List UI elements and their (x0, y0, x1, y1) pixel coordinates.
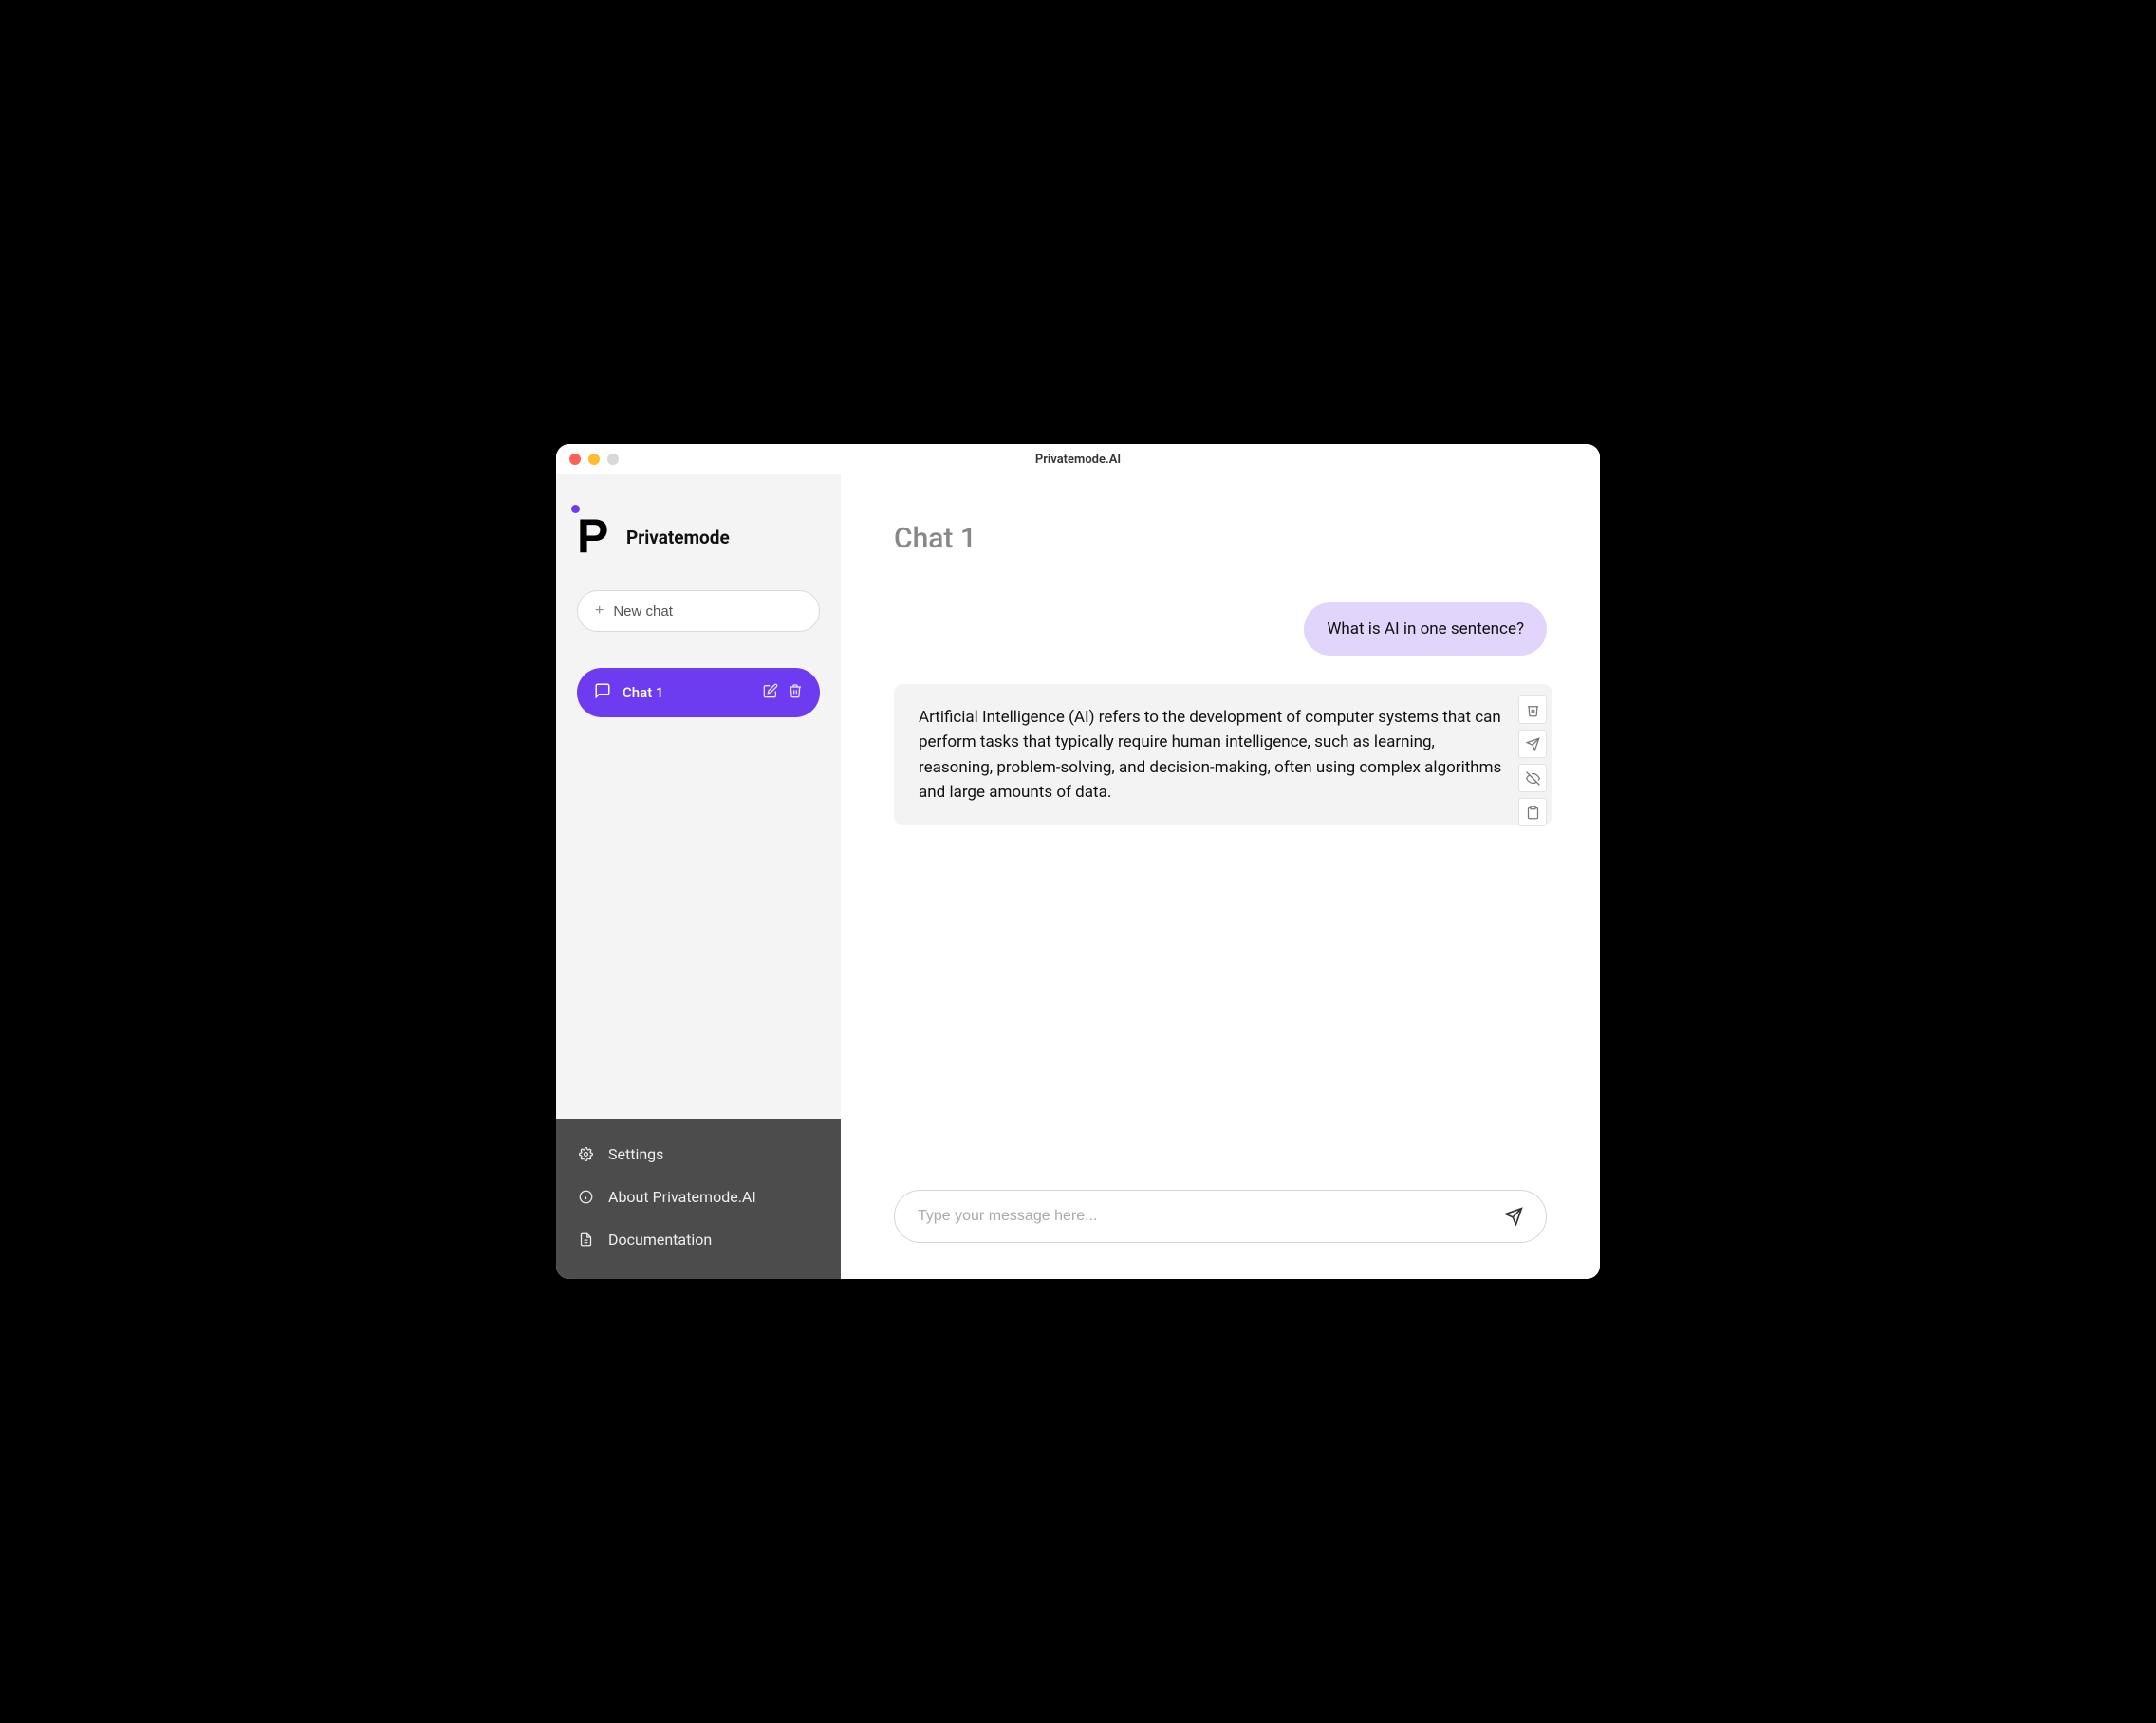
brand-logo: P Privatemode (577, 512, 820, 562)
sidebar-chat-label: Chat 1 (623, 684, 752, 701)
delete-chat-button[interactable] (788, 683, 803, 702)
message-actions (1518, 695, 1547, 826)
logo-dot-icon (571, 505, 580, 513)
sidebar-chat-item[interactable]: Chat 1 (577, 668, 820, 717)
maximize-window-button[interactable] (607, 454, 619, 465)
send-button[interactable] (1498, 1201, 1529, 1232)
minimize-window-button[interactable] (588, 454, 600, 465)
about-link[interactable]: About Privatemode.AI (577, 1178, 820, 1215)
composer-box (894, 1190, 1547, 1243)
content: P Privatemode + New chat Chat 1 (556, 474, 1600, 1279)
brand-name: Privatemode (626, 527, 730, 548)
messages: What is AI in one sentence? Artificial I… (841, 565, 1600, 1171)
window-title: Privatemode.AI (556, 453, 1600, 467)
edit-chat-button[interactable] (763, 683, 778, 702)
assistant-bubble-wrap: Artificial Intelligence (AI) refers to t… (894, 684, 1547, 826)
documentation-link[interactable]: Documentation (577, 1221, 820, 1258)
chat-bubble-icon (594, 682, 611, 703)
trash-icon (1526, 703, 1540, 717)
sidebar-footer: Settings About Privatemode.AI Documentat… (556, 1119, 841, 1279)
message-row-user: What is AI in one sentence? (894, 602, 1547, 656)
new-chat-button[interactable]: + New chat (577, 590, 820, 632)
logo-letter-icon: P (577, 509, 608, 563)
eye-off-icon (1526, 771, 1540, 786)
clipboard-icon (1526, 806, 1540, 820)
message-input[interactable] (918, 1200, 1485, 1232)
chat-list: Chat 1 (577, 668, 820, 717)
chat-item-actions (763, 683, 803, 702)
hide-message-button[interactable] (1518, 764, 1547, 792)
composer (841, 1171, 1600, 1279)
window-controls (569, 454, 619, 465)
paper-plane-icon (1526, 737, 1540, 751)
pencil-icon (763, 683, 778, 698)
sidebar: P Privatemode + New chat Chat 1 (556, 474, 841, 1279)
settings-link[interactable]: Settings (577, 1136, 820, 1173)
trash-icon (788, 683, 803, 698)
new-chat-label: New chat (613, 603, 673, 620)
delete-message-button[interactable] (1518, 695, 1547, 724)
info-icon (579, 1190, 593, 1204)
assistant-message-bubble: Artificial Intelligence (AI) refers to t… (894, 684, 1552, 825)
copy-message-button[interactable] (1518, 798, 1547, 826)
docs-label: Documentation (608, 1231, 712, 1249)
message-row-assistant: Artificial Intelligence (AI) refers to t… (894, 684, 1547, 826)
logo-mark: P (577, 512, 619, 562)
send-icon (1504, 1207, 1523, 1226)
main-panel: Chat 1 What is AI in one sentence? Artif… (841, 474, 1600, 1279)
chat-title: Chat 1 (894, 522, 1547, 555)
sidebar-upper: P Privatemode + New chat Chat 1 (556, 474, 841, 1119)
chat-header: Chat 1 (841, 474, 1600, 565)
titlebar: Privatemode.AI (556, 444, 1600, 474)
close-window-button[interactable] (569, 454, 581, 465)
settings-label: Settings (608, 1145, 663, 1163)
resend-message-button[interactable] (1518, 730, 1547, 758)
gear-icon (579, 1147, 593, 1161)
plus-icon: + (595, 602, 604, 620)
app-window: Privatemode.AI P Privatemode + New chat (556, 444, 1600, 1279)
document-icon (579, 1232, 593, 1247)
user-message-bubble: What is AI in one sentence? (1304, 602, 1547, 656)
about-label: About Privatemode.AI (608, 1188, 756, 1206)
